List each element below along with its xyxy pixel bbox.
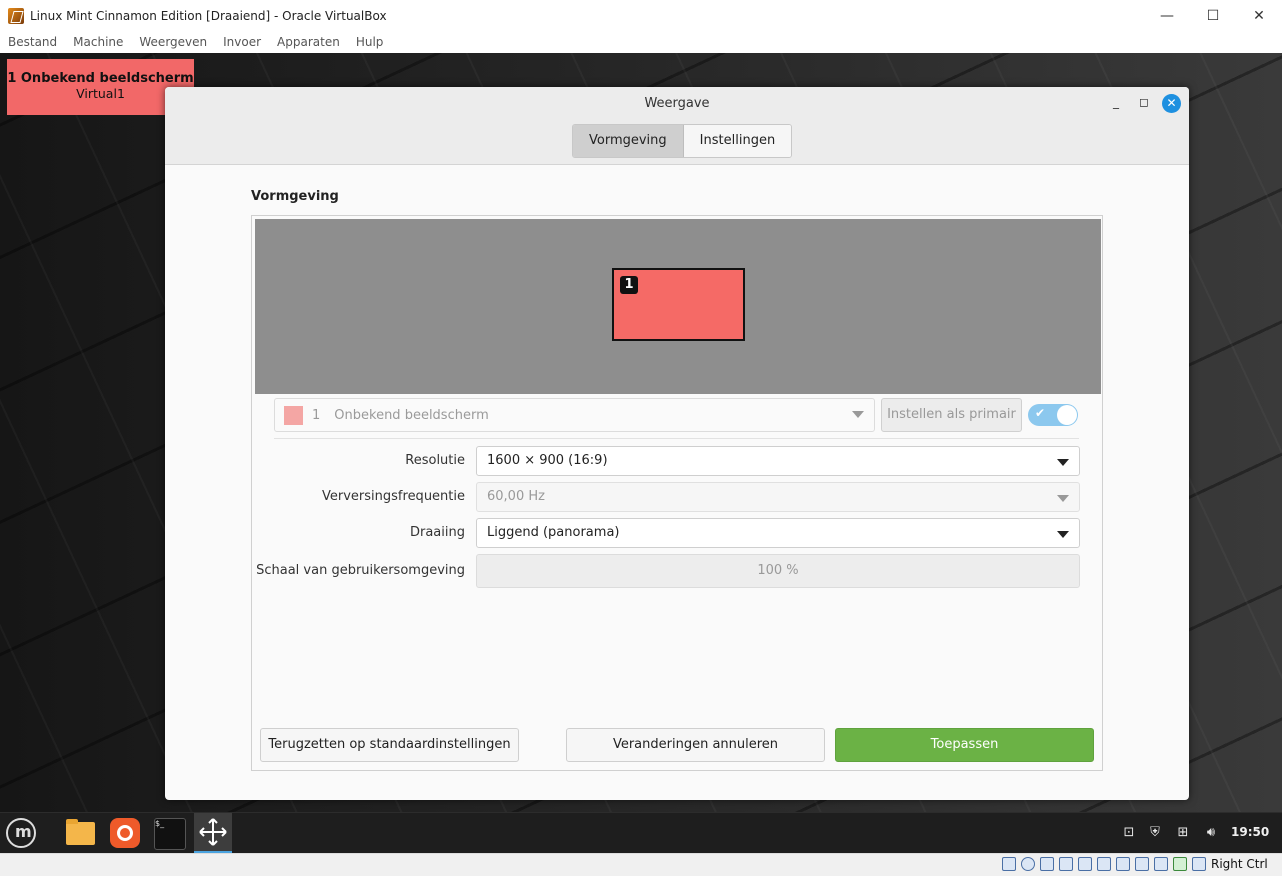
recording-icon[interactable] — [1135, 857, 1149, 871]
chevron-down-icon — [852, 411, 864, 418]
window-title: Linux Mint Cinnamon Edition [Draaiend] -… — [30, 8, 387, 23]
set-primary-button[interactable]: Instellen als primair — [881, 398, 1022, 432]
toggle-knob — [1057, 405, 1077, 425]
menu-bestand[interactable]: Bestand — [0, 35, 65, 49]
refresh-value: 60,00 Hz — [487, 489, 545, 504]
cancel-changes-button[interactable]: Veranderingen annuleren — [566, 728, 825, 762]
tab-vormgeving[interactable]: Vormgeving — [573, 125, 684, 157]
refresh-label: Verversingsfrequentie — [322, 489, 465, 504]
chevron-down-icon — [1057, 459, 1069, 466]
rotation-dropdown[interactable]: Liggend (panorama) — [476, 518, 1080, 548]
audio-icon[interactable] — [1040, 857, 1054, 871]
resolution-value: 1600 × 900 (16:9) — [487, 453, 608, 468]
monitor-dropdown-name: Onbekend beeldscherm — [334, 407, 489, 423]
shared-folders-icon[interactable] — [1097, 857, 1111, 871]
virtualbox-icon — [8, 7, 24, 24]
usb-icon[interactable] — [1078, 857, 1092, 871]
optical-drive-icon[interactable] — [1021, 857, 1035, 871]
network-adapter-icon[interactable] — [1059, 857, 1073, 871]
resolution-label: Resolutie — [405, 453, 465, 468]
rotation-value: Liggend (panorama) — [487, 525, 620, 540]
monitor-dropdown-number: 1 — [312, 407, 321, 423]
dialog-title: Weergave — [644, 96, 710, 111]
dialog-minimize-button[interactable]: _ — [1108, 95, 1124, 111]
hard-disk-icon[interactable] — [1002, 857, 1016, 871]
shield-icon[interactable]: ⛨ — [1147, 825, 1163, 841]
check-icon: ✔ — [1035, 406, 1046, 420]
layout-frame: 1 1 Onbekend beeldscherm Instellen als p… — [251, 215, 1103, 771]
network-icon[interactable]: ⊞ — [1175, 825, 1191, 841]
update-icon[interactable]: ⊡ — [1121, 825, 1137, 841]
monitor-preview-area: 1 — [255, 219, 1101, 394]
host-key-label: Right Ctrl — [1211, 857, 1268, 871]
host-titlebar: Linux Mint Cinnamon Edition [Draaiend] -… — [0, 0, 1282, 31]
monitor-enabled-toggle[interactable]: ✔ — [1028, 404, 1078, 426]
tab-instellingen[interactable]: Instellingen — [683, 125, 792, 157]
vbox-statusbar: Right Ctrl — [0, 853, 1282, 876]
menu-machine[interactable]: Machine — [65, 35, 131, 49]
maximize-button[interactable]: ☐ — [1190, 0, 1236, 31]
menu-apparaten[interactable]: Apparaten — [269, 35, 348, 49]
tab-bar: Vormgeving Instellingen — [572, 124, 793, 158]
resolution-dropdown[interactable]: 1600 × 900 (16:9) — [476, 446, 1080, 476]
terminal-icon[interactable]: $_ — [154, 818, 186, 850]
mouse-integration-icon[interactable] — [1173, 857, 1187, 871]
apply-button[interactable]: Toepassen — [835, 728, 1094, 762]
dialog-header: Weergave _ ◻ ✕ Vormgeving Instellingen — [165, 87, 1189, 165]
scale-label: Schaal van gebruikersomgeving — [256, 563, 465, 578]
display-icon[interactable] — [1116, 857, 1130, 871]
scale-slider[interactable]: 100 % — [476, 554, 1080, 588]
dialog-close-button[interactable]: ✕ — [1162, 94, 1181, 113]
display-settings-icon[interactable] — [194, 813, 232, 853]
menu-invoer[interactable]: Invoer — [215, 35, 269, 49]
dialog-maximize-button[interactable]: ◻ — [1136, 95, 1152, 111]
guest-screen: 1 Onbekend beeldscherm Virtual1 Weergave… — [0, 53, 1282, 853]
divider — [274, 438, 1079, 439]
section-title: Vormgeving — [251, 189, 339, 204]
cpu-icon[interactable] — [1154, 857, 1168, 871]
chevron-down-icon — [1057, 495, 1069, 502]
menu-icon[interactable] — [6, 818, 36, 848]
files-icon[interactable] — [66, 819, 95, 845]
clock[interactable]: 19:50 — [1231, 825, 1269, 839]
keyboard-icon[interactable] — [1192, 857, 1206, 871]
display-settings-dialog: Weergave _ ◻ ✕ Vormgeving Instellingen V… — [165, 87, 1189, 800]
minimize-button[interactable]: — — [1144, 0, 1190, 31]
refresh-dropdown[interactable]: 60,00 Hz — [476, 482, 1080, 512]
osd-title: 1 Onbekend beeldscherm — [7, 71, 194, 86]
menu-hulp[interactable]: Hulp — [348, 35, 392, 49]
rotation-label: Draaiing — [409, 525, 465, 540]
firefox-icon[interactable] — [110, 818, 140, 848]
volume-icon[interactable]: 🔊︎ — [1203, 825, 1219, 841]
taskbar: $_ ⊡ ⛨ ⊞ 🔊︎ 19:50 — [0, 812, 1282, 853]
host-menubar: Bestand Machine Weergeven Invoer Apparat… — [0, 31, 1282, 53]
menu-weergeven[interactable]: Weergeven — [131, 35, 215, 49]
monitor-tile[interactable]: 1 — [612, 268, 745, 341]
monitor-number-badge: 1 — [620, 276, 638, 294]
monitor-dropdown[interactable]: 1 Onbekend beeldscherm — [274, 398, 875, 432]
monitor-color-swatch — [284, 405, 303, 425]
chevron-down-icon — [1057, 531, 1069, 538]
reset-defaults-button[interactable]: Terugzetten op standaardinstellingen — [260, 728, 519, 762]
close-button[interactable]: ✕ — [1236, 0, 1282, 31]
